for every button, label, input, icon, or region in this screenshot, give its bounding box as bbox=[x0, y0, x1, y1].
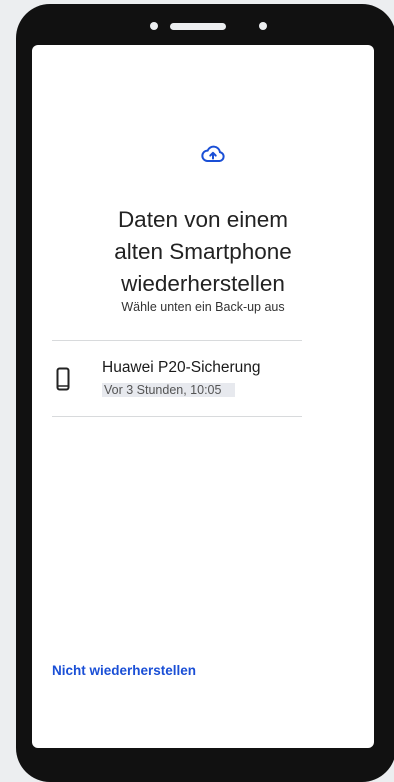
list-divider-top bbox=[52, 340, 302, 341]
backup-timestamp: Vor 3 Stunden, 10:05 bbox=[102, 383, 236, 397]
phone-frame: Daten von einem alten Smartphone wiederh… bbox=[16, 4, 394, 782]
backup-item-huawei-p20[interactable]: Huawei P20-Sicherung Vor 3 Stunden, 10:0… bbox=[48, 355, 348, 411]
page-subtitle: Wähle unten ein Back-up aus bbox=[121, 300, 285, 314]
cloud-upload-icon bbox=[201, 145, 225, 162]
list-divider-bottom bbox=[52, 416, 302, 417]
skip-restore-link[interactable]: Nicht wiederherstellen bbox=[52, 663, 196, 678]
front-camera-dot bbox=[150, 22, 158, 30]
restore-screen: Daten von einem alten Smartphone wiederh… bbox=[32, 45, 374, 748]
backup-name: Huawei P20-Sicherung bbox=[102, 359, 261, 376]
earpiece-speaker bbox=[170, 23, 226, 30]
sensor-dot bbox=[259, 22, 267, 30]
page-title: Daten von einem alten Smartphone wiederh… bbox=[114, 207, 292, 297]
smartphone-icon bbox=[56, 367, 70, 391]
